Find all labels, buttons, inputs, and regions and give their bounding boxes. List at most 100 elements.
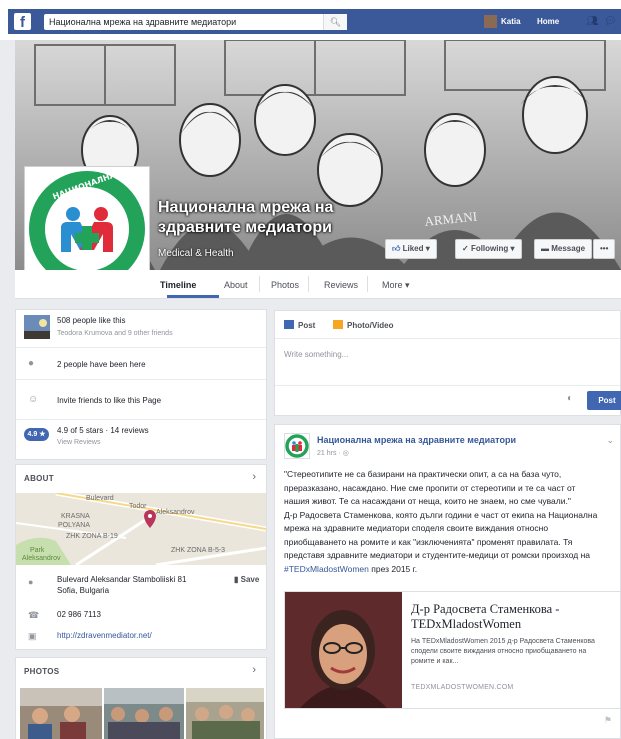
post-text-line: преразказано, насаждано. Ние сме пропити…	[284, 482, 576, 493]
flag-icon[interactable]: ⚑	[604, 715, 612, 726]
liked-button[interactable]: 👍︎ Liked ▾	[385, 239, 437, 259]
photo-thumbnail[interactable]	[20, 688, 102, 739]
friends-thumbnail	[24, 315, 50, 339]
photos-heading[interactable]: PHOTOS	[24, 667, 59, 676]
map-label: Bulevard	[86, 495, 114, 502]
post-text-line: мрежа на здравните медиатори споделя сво…	[284, 523, 549, 533]
address-line-1: Bulevard Aleksandar Stamboliiski 81	[57, 575, 187, 584]
about-card: ABOUT › Bulevard Todor Aleksandrov KRASN…	[15, 464, 267, 650]
divider	[275, 338, 620, 339]
tab-reviews[interactable]: Reviews	[324, 280, 358, 290]
photo-thumbnail[interactable]	[186, 688, 264, 739]
chevron-right-icon[interactable]: ›	[252, 664, 256, 676]
rating-text: 4.9 of 5 stars · 14 reviews	[57, 426, 149, 435]
map-label: Todor	[129, 503, 147, 510]
rating-row[interactable]: 4.9 ★ 4.9 of 5 stars · 14 reviews View R…	[16, 420, 266, 460]
about-heading[interactable]: ABOUT	[24, 474, 54, 483]
bookmark-icon: ▮	[234, 575, 239, 584]
photo-image	[20, 688, 102, 739]
link-domain: TEDXMLADOSTWOMEN.COM	[411, 684, 514, 691]
website-link[interactable]: http://zdravenmediator.net/	[57, 631, 152, 640]
tab-about[interactable]: About	[224, 280, 248, 290]
search-input[interactable]: Национална мрежа на здравните медиатори …	[44, 14, 347, 30]
tab-timeline[interactable]: Timeline	[160, 280, 196, 290]
been-here-row: ● 2 people have been here	[16, 348, 266, 380]
composer-input[interactable]: Write something...	[284, 350, 348, 359]
thumbs-up-icon: 👍︎	[392, 244, 401, 253]
phone-number: 02 986 7113	[57, 610, 101, 619]
likes-count[interactable]: 508 people like this	[57, 316, 126, 325]
message-icon: ▬	[541, 244, 549, 253]
view-reviews-link[interactable]: View Reviews	[57, 439, 100, 446]
phone-icon: ☎	[28, 610, 40, 620]
post-composer: Post Photo/Video Write something... ◐ Po…	[274, 310, 621, 416]
page-tabs: Timeline About Photos Reviews More ▾	[15, 270, 621, 299]
photo-image	[104, 688, 184, 739]
user-name-link[interactable]: Katia	[501, 17, 521, 26]
edit-icon	[284, 320, 294, 329]
post-author-link[interactable]: Национална мрежа на здравните медиатори	[317, 435, 516, 445]
link-preview[interactable]: Д-р Радосвета Стаменкова - TEDxMladostWo…	[284, 591, 620, 709]
tab-photos[interactable]: Photos	[271, 280, 299, 290]
following-button[interactable]: ✓ Following ▾	[455, 239, 522, 259]
likes-card: 508 people like this Teodora Krumova and…	[15, 309, 267, 460]
feed-post: Национална мрежа на здравните медиатори …	[274, 424, 621, 739]
search-icon[interactable]: 🔍︎	[323, 14, 347, 30]
post-text-line: Д-р Радосвета Стаменкова, която дълги го…	[284, 509, 598, 520]
tab-divider	[308, 276, 309, 292]
following-label: Following ▾	[470, 244, 515, 253]
map-label: Aleksandrov	[22, 555, 61, 562]
friends-who-like[interactable]: Teodora Krumova and 9 other friends	[57, 330, 173, 337]
invite-friends-link[interactable]: Invite friends to like this Page	[57, 396, 161, 405]
photo-tab-label: Photo/Video	[347, 321, 394, 330]
composer-photo-tab[interactable]: Photo/Video	[333, 320, 394, 330]
tab-divider	[259, 276, 260, 292]
map-label: KRASNA	[61, 513, 90, 520]
map-label: Aleksandrov	[156, 509, 195, 516]
audience-icon[interactable]: ◐	[567, 393, 573, 404]
save-location-button[interactable]: ▮ Save	[234, 575, 259, 584]
post-text-tail: през 2015 г.	[368, 563, 418, 574]
invite-row[interactable]: ☺ Invite friends to like this Page	[16, 380, 266, 420]
search-value[interactable]: Национална мрежа на здравните медиатори	[49, 17, 236, 27]
chevron-down-icon[interactable]: ⌄	[606, 435, 614, 446]
user-avatar[interactable]	[484, 15, 497, 28]
facebook-logo-icon[interactable]: f	[14, 13, 31, 30]
message-label: Message	[551, 244, 586, 253]
photo-thumbnail[interactable]	[104, 688, 184, 739]
post-button[interactable]: Post	[587, 391, 621, 410]
address-line-2: Sofia, Bulgaria	[57, 586, 110, 595]
home-link[interactable]: Home	[537, 17, 559, 26]
post-timestamp[interactable]: 21 hrs · ◎	[317, 449, 349, 457]
post-text-line: нашия живот. Те са насаждани от неща, ко…	[284, 496, 571, 506]
more-button[interactable]: •••	[593, 239, 616, 259]
messages-icon[interactable]: 💬︎	[604, 17, 617, 27]
photo-image	[186, 688, 264, 739]
liked-label: Liked ▾	[402, 244, 430, 253]
link-title[interactable]: Д-р Радосвета Стаменкова - TEDxMladostWo…	[411, 602, 620, 632]
tab-more[interactable]: More ▾	[382, 280, 410, 291]
post-text-line: приобщаването на ромите и как "изключени…	[284, 536, 573, 547]
chevron-right-icon[interactable]: ›	[252, 471, 256, 483]
post-author-avatar[interactable]	[284, 433, 310, 459]
friends-icon[interactable]: 👥︎	[586, 17, 599, 27]
composer-post-tab[interactable]: Post	[284, 320, 315, 330]
been-here-text: 2 people have been here	[57, 360, 146, 369]
message-button[interactable]: ▬ Message	[534, 239, 593, 259]
friends-thumbnail-image	[24, 315, 50, 339]
map-label: ZHK ZONA B-19	[66, 533, 118, 540]
tab-divider	[367, 276, 368, 292]
active-tab-indicator	[167, 295, 219, 298]
speaker-photo	[285, 592, 402, 708]
map-label: ZHK ZONA B-5-3	[171, 547, 226, 554]
page-category[interactable]: Medical & Health	[158, 248, 234, 259]
likes-row[interactable]: 508 people like this Teodora Krumova and…	[16, 310, 266, 348]
map-label: Park	[30, 547, 45, 554]
post-text-line: "Стереотипите не са базирани на практиче…	[284, 469, 562, 479]
post-text-line: #TEDxMladostWomen през 2015 г.	[284, 563, 620, 577]
hashtag-link[interactable]: #TEDxMladostWomen	[284, 564, 369, 574]
globe-icon: ◎	[342, 450, 349, 457]
location-map[interactable]: Bulevard Todor Aleksandrov KRASNA POLYAN…	[16, 493, 266, 565]
add-friend-icon: ☺	[28, 394, 39, 405]
blue-bar: f Национална мрежа на здравните медиатор…	[8, 9, 621, 34]
